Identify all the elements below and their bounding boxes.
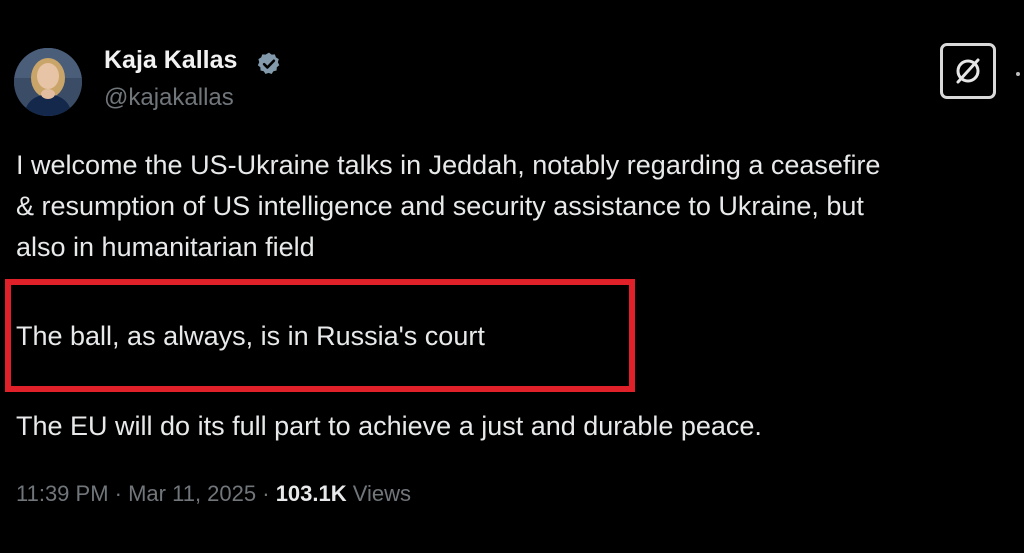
tweet-paragraph-2: The ball, as always, is in Russia's cour… — [16, 321, 485, 351]
tweet-paragraph-3: The EU will do its full part to achieve … — [16, 411, 762, 441]
tweet-time[interactable]: 11:39 PM — [16, 481, 109, 506]
author-name[interactable]: Kaja Kallas — [104, 44, 237, 76]
views-label: Views — [352, 481, 412, 506]
meta-separator: · — [256, 481, 276, 506]
tweet-line: I welcome the US-Ukraine talks in Jeddah… — [16, 150, 881, 180]
views-count: 103.1K — [275, 481, 347, 506]
tweet-meta: 11:39 PM · Mar 11, 2025 · 103.1K Views — [16, 478, 411, 510]
avatar-photo-icon — [14, 48, 82, 116]
avatar[interactable] — [14, 48, 82, 116]
author-handle[interactable]: @kajakallas — [104, 83, 234, 113]
grok-button[interactable] — [940, 43, 996, 99]
tweet-date[interactable]: Mar 11, 2025 — [128, 481, 256, 506]
verified-badge-icon — [257, 52, 280, 74]
more-options-icon[interactable] — [1016, 72, 1020, 76]
meta-separator: · — [108, 481, 129, 506]
tweet-line: & resumption of US intelligence and secu… — [16, 191, 864, 221]
tweet-line: also in humanitarian field — [16, 232, 315, 262]
grok-icon — [956, 58, 980, 84]
tweet-paragraph-1: I welcome the US-Ukraine talks in Jeddah… — [16, 145, 880, 268]
tweet: Kaja Kallas @kajakallas I welcome the US… — [0, 0, 1024, 553]
